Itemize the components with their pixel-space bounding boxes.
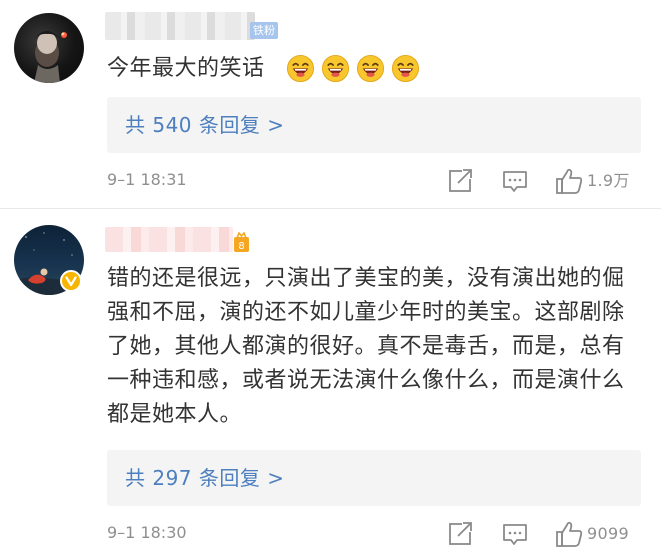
comment-icon[interactable] [502, 523, 528, 547]
comment-meta-bar: 9–1 18:30 9099 [0, 519, 661, 549]
replies-box[interactable]: 共 540 条回复 > [107, 97, 641, 153]
timestamp: 9–1 18:31 [107, 170, 187, 189]
laughing-emoji-icon [356, 54, 385, 83]
laughing-emoji-icon [391, 54, 420, 83]
comment-item: 8 错的还是很远，只演出了美宝的美，没有演出她的倔强和不屈，演的还不如儿童少年时… [0, 210, 661, 559]
replies-box[interactable]: 共 297 条回复 > [107, 450, 641, 506]
member-level-icon: 8 [234, 232, 249, 252]
avatar-image [34, 31, 67, 83]
comment-item: 铁粉 今年最大的笑话 共 540 条回复 > 9–1 18:31 1.9万 [0, 0, 661, 209]
vip-v-icon [65, 276, 77, 287]
comment-text-content: 今年最大的笑话 [107, 56, 265, 81]
like-count: 9099 [587, 524, 629, 543]
timestamp: 9–1 18:30 [107, 523, 187, 542]
share-icon[interactable] [448, 169, 474, 193]
share-icon[interactable] [448, 522, 474, 546]
comment-text: 错的还是很远，只演出了美宝的美，没有演出她的倔强和不屈，演的还不如儿童少年时的美… [107, 262, 637, 432]
comment-divider [0, 208, 661, 209]
laughing-emoji-icon [321, 54, 350, 83]
comment-icon[interactable] [502, 170, 528, 194]
comment-text-content: 错的还是很远，只演出了美宝的美，没有演出她的倔强和不屈，演的还不如儿童少年时的美… [107, 266, 625, 427]
thumbs-up-icon[interactable] [555, 520, 583, 548]
emoji-row [286, 54, 420, 83]
like-button[interactable]: 1.9万 [555, 167, 630, 195]
like-count: 1.9万 [587, 171, 630, 190]
view-replies-link[interactable]: 共 540 条回复 > [125, 97, 285, 153]
username-blurred[interactable] [105, 12, 255, 40]
laughing-emoji-icon [286, 54, 315, 83]
view-replies-link[interactable]: 共 297 条回复 > [125, 450, 285, 506]
svg-text:8: 8 [238, 241, 244, 252]
thumbs-up-icon[interactable] [555, 167, 583, 195]
verified-badge [60, 270, 82, 292]
avatar[interactable] [14, 13, 84, 83]
comment-meta-bar: 9–1 18:31 1.9万 [0, 166, 661, 196]
like-button[interactable]: 9099 [555, 520, 629, 548]
username-blurred[interactable] [105, 227, 233, 252]
fan-badge: 铁粉 [250, 22, 278, 39]
